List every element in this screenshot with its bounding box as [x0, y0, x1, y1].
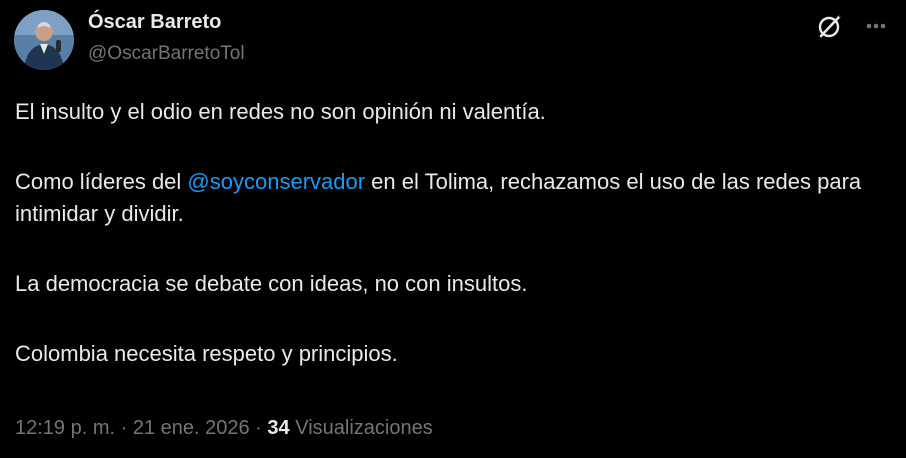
tweet-date[interactable]: 21 ene. 2026	[133, 417, 250, 439]
profile-photo-icon	[14, 10, 74, 70]
grok-icon[interactable]	[814, 10, 846, 42]
views-count: 34	[267, 417, 290, 439]
tweet-time[interactable]: 12:19 p. m.	[15, 417, 115, 439]
mention-link[interactable]: @soyconservador	[187, 169, 365, 194]
meta-separator: ·	[115, 417, 133, 439]
avatar[interactable]	[14, 10, 74, 70]
tweet-text-segment: Como líderes del	[15, 169, 188, 194]
tweet-paragraph-3: La democracia se debate con ideas, no co…	[15, 271, 528, 296]
tweet-meta: 12:19 p. m. · 21 ene. 2026 · 34 Visualiz…	[15, 414, 433, 442]
tweet-paragraph-2: Como líderes del @soyconservador en el T…	[15, 166, 885, 230]
tweet-text: El insulto y el odio en redes no son opi…	[15, 96, 885, 370]
author-handle[interactable]: @OscarBarretoTol	[88, 42, 245, 66]
meta-separator: ·	[249, 417, 268, 439]
more-options-icon[interactable]	[860, 10, 892, 42]
views-label: Visualizaciones	[289, 417, 433, 439]
tweet-card: Óscar Barreto @OscarBarretoTol El insult…	[0, 0, 906, 458]
tweet-paragraph-4: Colombia necesita respeto y principios.	[15, 341, 398, 366]
tweet-paragraph-1: El insulto y el odio en redes no son opi…	[15, 99, 546, 124]
author-name[interactable]: Óscar Barreto	[88, 10, 221, 34]
